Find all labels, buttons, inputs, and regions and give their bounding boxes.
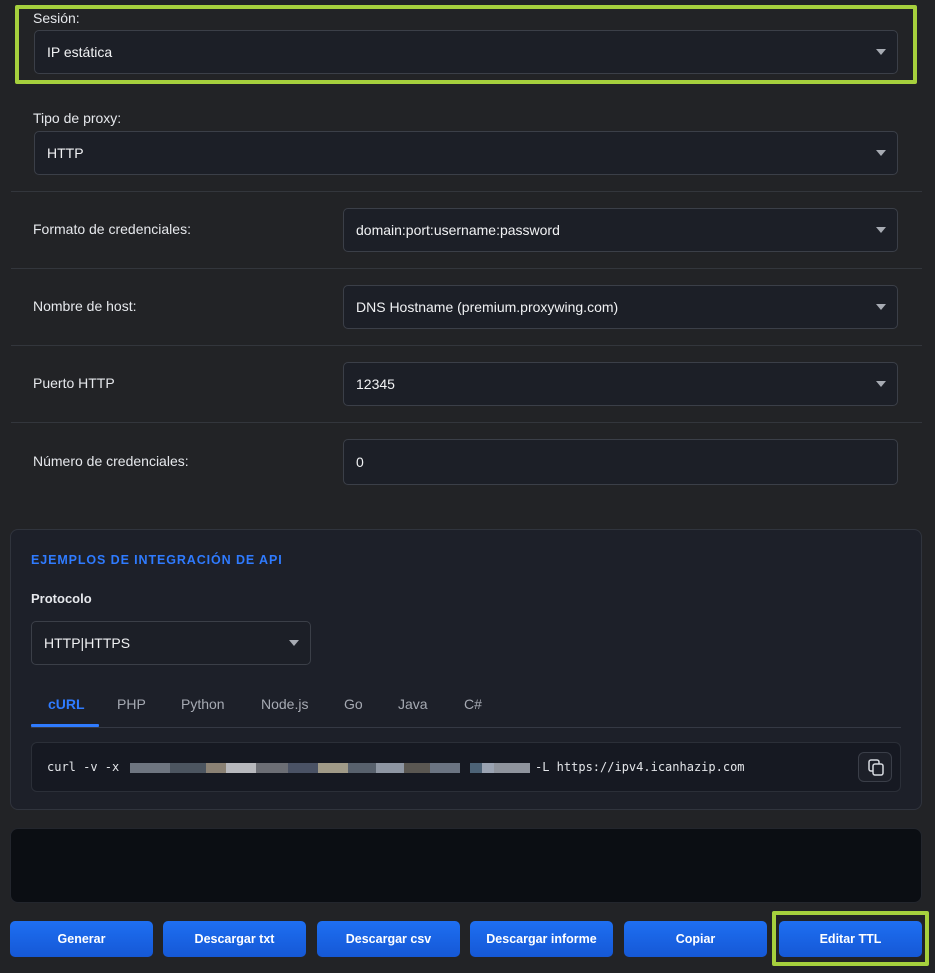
redaction-block <box>470 763 482 773</box>
session-label: Sesión: <box>33 10 80 26</box>
download-csv-button[interactable]: Descargar csv <box>317 921 460 957</box>
chevron-down-icon <box>876 304 886 310</box>
tab-curl[interactable]: cURL <box>48 696 85 712</box>
download-report-button[interactable]: Descargar informe <box>470 921 613 957</box>
tab-nodejs[interactable]: Node.js <box>261 696 308 712</box>
tab-php[interactable]: PHP <box>117 696 146 712</box>
proxy-type-select[interactable]: HTTP <box>34 131 898 175</box>
redaction-block <box>430 763 460 773</box>
tab-java[interactable]: Java <box>398 696 428 712</box>
hostname-select[interactable]: DNS Hostname (premium.proxywing.com) <box>343 285 898 329</box>
code-suffix: -L https://ipv4.icanhazip.com <box>535 760 745 774</box>
code-snippet[interactable]: curl -v -x -L https://ipv4.icanhazip.com <box>31 742 901 792</box>
redaction-block <box>318 763 348 773</box>
divider <box>11 191 922 192</box>
redacted-credentials <box>130 763 530 775</box>
http-port-select[interactable]: 12345 <box>343 362 898 406</box>
redaction-block <box>170 763 206 773</box>
copy-code-button[interactable] <box>858 752 892 782</box>
redaction-block <box>348 763 376 773</box>
credential-count-input[interactable]: 0 <box>343 439 898 485</box>
chevron-down-icon <box>876 150 886 156</box>
api-examples-title: EJEMPLOS DE INTEGRACIÓN DE API <box>31 553 283 567</box>
hostname-label: Nombre de host: <box>33 298 137 314</box>
chevron-down-icon <box>876 227 886 233</box>
copy-icon <box>868 759 884 776</box>
credential-format-value: domain:port:username:password <box>356 222 560 238</box>
chevron-down-icon <box>876 381 886 387</box>
credential-format-select[interactable]: domain:port:username:password <box>343 208 898 252</box>
divider <box>11 422 922 423</box>
chevron-down-icon <box>289 640 299 646</box>
edit-ttl-button[interactable]: Editar TTL <box>779 921 922 957</box>
credential-format-label: Formato de credenciales: <box>33 221 191 237</box>
redaction-block <box>226 763 256 773</box>
http-port-value: 12345 <box>356 376 395 392</box>
chevron-down-icon <box>876 49 886 55</box>
redaction-block <box>256 763 288 773</box>
proxy-type-label: Tipo de proxy: <box>33 110 122 126</box>
session-select[interactable]: IP estática <box>34 30 898 74</box>
credential-count-value: 0 <box>356 454 364 470</box>
redaction-block <box>206 763 226 773</box>
code-prefix: curl -v -x <box>47 760 120 774</box>
redaction-block <box>404 763 430 773</box>
active-tab-indicator <box>31 724 99 727</box>
tab-go[interactable]: Go <box>344 696 363 712</box>
protocol-select[interactable]: HTTP|HTTPS <box>31 621 311 665</box>
divider <box>11 268 922 269</box>
output-area[interactable] <box>10 828 922 903</box>
http-port-label: Puerto HTTP <box>33 375 115 391</box>
hostname-value: DNS Hostname (premium.proxywing.com) <box>356 299 619 315</box>
download-txt-button[interactable]: Descargar txt <box>163 921 306 957</box>
redaction-block <box>376 763 404 773</box>
redaction-block <box>288 763 318 773</box>
language-tabs: cURL PHP Python Node.js Go Java C# <box>31 684 901 728</box>
tab-csharp[interactable]: C# <box>464 696 482 712</box>
proxy-type-value: HTTP <box>47 145 84 161</box>
api-examples-panel: EJEMPLOS DE INTEGRACIÓN DE API Protocolo… <box>10 529 922 810</box>
divider <box>11 345 922 346</box>
redaction-block <box>482 763 494 773</box>
generate-button[interactable]: Generar <box>10 921 153 957</box>
protocol-label: Protocolo <box>31 591 92 606</box>
session-value: IP estática <box>47 44 113 60</box>
protocol-value: HTTP|HTTPS <box>44 635 131 651</box>
credential-count-label: Número de credenciales: <box>33 453 189 469</box>
copy-button[interactable]: Copiar <box>624 921 767 957</box>
redaction-block <box>130 763 170 773</box>
tab-python[interactable]: Python <box>181 696 225 712</box>
redaction-block <box>494 763 530 773</box>
